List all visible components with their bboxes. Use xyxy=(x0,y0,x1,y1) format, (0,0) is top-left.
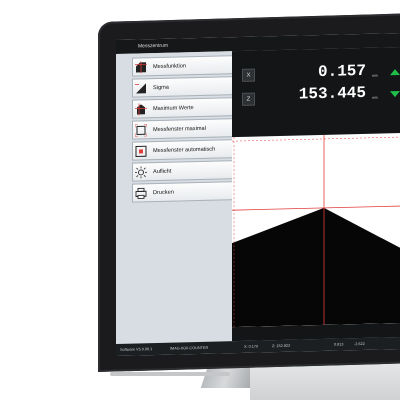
z-readout: 153.445 xyxy=(298,83,366,104)
menu-item-sigma[interactable]: Sigma xyxy=(132,76,236,98)
menu-item-messfunktion[interactable]: Messfunktion xyxy=(132,55,236,77)
status-value-2: -2.622 xyxy=(354,341,365,347)
menu-item-auflicht[interactable]: Auflicht xyxy=(132,160,236,182)
x-unit: mm xyxy=(372,73,378,78)
menu-item-drucken[interactable]: Drucken xyxy=(132,181,236,203)
status-version: Software V5.0.99.1 xyxy=(120,347,153,352)
screen: Messzentrum Messfunktion Sigma Maximum W… xyxy=(116,32,400,357)
sidebar: Messfunktion Sigma Maximum Werte Messfen… xyxy=(116,51,236,345)
x-axis-button[interactable]: X xyxy=(242,68,255,82)
menu-item-label: Auflicht xyxy=(153,168,172,175)
measure-function-icon xyxy=(133,58,149,75)
menu-item-label: Maximum Werte xyxy=(153,104,194,112)
monitor-foot xyxy=(110,372,230,376)
status-z: Z: 152.823 xyxy=(272,343,291,349)
menu-item-label: Drucken xyxy=(153,189,174,196)
z-axis-button[interactable]: Z xyxy=(242,92,255,106)
z-down-arrow-icon xyxy=(390,91,400,98)
measurement-view[interactable] xyxy=(232,132,400,328)
z-unit: mm xyxy=(372,95,378,100)
menu-item-messfenster-automatisch[interactable]: Messfenster automatisch xyxy=(132,139,236,161)
status-value-1: 0.813 xyxy=(334,342,344,347)
menu-item-messfenster-maximal[interactable]: Messfenster maximal xyxy=(132,118,236,140)
window-border-top xyxy=(232,136,400,142)
light-icon xyxy=(133,163,149,180)
x-up-arrow-icon xyxy=(390,69,400,76)
maximum-values-icon xyxy=(133,100,149,117)
menu-item-label: Messfenster maximal xyxy=(153,125,206,133)
status-device: IMAG-6G0-COUNTER xyxy=(170,345,209,351)
window-maximize-icon xyxy=(133,121,149,138)
sigma-icon xyxy=(133,79,149,96)
menu-item-label: Messfenster automatisch xyxy=(153,146,216,154)
crosshair-horizontal xyxy=(232,205,400,211)
window-title: Messzentrum xyxy=(138,42,169,50)
profile-image xyxy=(232,134,400,328)
menu-item-label: Messfunktion xyxy=(153,62,186,70)
status-x: X: 0.170 xyxy=(244,344,259,349)
window-auto-icon xyxy=(133,142,149,159)
menu-item-label: Sigma xyxy=(153,84,169,91)
x-readout: 0.157 xyxy=(317,61,366,82)
printer-icon xyxy=(133,184,149,201)
menu-item-maximum-werte[interactable]: Maximum Werte xyxy=(132,97,236,119)
